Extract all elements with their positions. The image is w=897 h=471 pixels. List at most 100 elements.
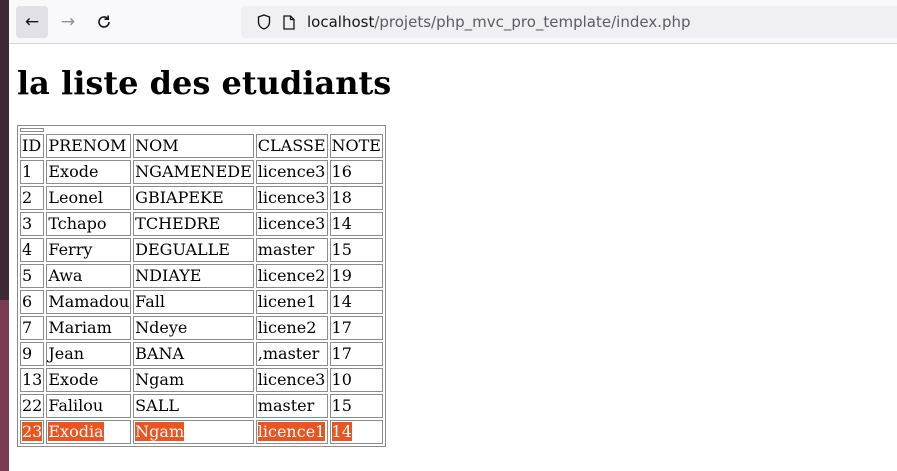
table-cell: TCHEDRE bbox=[133, 212, 254, 236]
table-cell: ,master bbox=[255, 342, 328, 366]
table-row: 9 Jean BANA ,master 17 bbox=[20, 342, 383, 366]
cell-text: licene2 bbox=[257, 318, 317, 337]
cell-text: Jean bbox=[48, 344, 85, 363]
arrow-left-icon: ← bbox=[24, 12, 40, 32]
cell-text: 2 bbox=[22, 188, 33, 207]
cell-text: 15 bbox=[331, 240, 352, 259]
cell-text: Exode bbox=[48, 370, 99, 389]
cell-text: NGAMENEDE bbox=[135, 162, 252, 181]
cell-text: NDIAYE bbox=[135, 266, 202, 285]
table-cell: Exode bbox=[46, 160, 132, 184]
cell-text: Tchapo bbox=[48, 214, 107, 233]
cell-text: master bbox=[257, 240, 315, 259]
table-row: 1 Exode NGAMENEDE licence3 16 bbox=[20, 160, 383, 184]
table-cell: 5 bbox=[20, 264, 45, 288]
table-row: 4 Ferry DEGUALLE master 15 bbox=[20, 238, 383, 262]
back-button[interactable]: ← bbox=[16, 6, 48, 38]
cell-text: Fall bbox=[135, 292, 165, 311]
cell-text: 18 bbox=[331, 188, 352, 207]
table-cell: licence3 bbox=[255, 212, 328, 236]
desktop-edge bbox=[0, 0, 9, 471]
cell-text: licence3 bbox=[257, 370, 326, 389]
cell-text: licence3 bbox=[257, 162, 326, 181]
forward-button[interactable]: → bbox=[52, 6, 84, 38]
url-text[interactable]: localhost/projets/php_mvc_pro_template/i… bbox=[307, 13, 691, 31]
table-cell: DEGUALLE bbox=[133, 238, 254, 262]
table-cell: Leonel bbox=[46, 186, 132, 210]
cell-text: licene1 bbox=[257, 292, 317, 311]
header-cell: NOM bbox=[133, 134, 254, 158]
table-cell: 22 bbox=[20, 394, 45, 418]
shield-icon[interactable] bbox=[257, 14, 271, 30]
table-cell: 17 bbox=[329, 316, 383, 340]
cell-text: 10 bbox=[331, 370, 352, 389]
table-cell: 1 bbox=[20, 160, 45, 184]
cell-text: 16 bbox=[331, 162, 352, 181]
header-cell: ID bbox=[20, 134, 45, 158]
cell-text: Mariam bbox=[48, 318, 112, 337]
table-cell: Ndeye bbox=[133, 316, 254, 340]
cell-text: Exode bbox=[48, 162, 99, 181]
reload-button[interactable] bbox=[88, 6, 120, 38]
table-cell: licence3 bbox=[255, 160, 328, 184]
table-cell: Ngam bbox=[133, 368, 254, 392]
cell-text: licence1 bbox=[257, 422, 326, 441]
table-cell: Awa bbox=[46, 264, 132, 288]
cell-text: ,master bbox=[257, 344, 320, 363]
cell-text: Falilou bbox=[48, 396, 104, 415]
students-table: ID PRENOM NOM CLASSE NOTE 1 Exode NGAMENED… bbox=[17, 125, 386, 447]
table-cell: 2 bbox=[20, 186, 45, 210]
page-content: la liste des etudiants ID PRENOM NOM CLA… bbox=[9, 44, 897, 471]
table-cell: 18 bbox=[329, 186, 383, 210]
table-cell: Mamadou bbox=[46, 290, 132, 314]
table-cell: 9 bbox=[20, 342, 45, 366]
desktop-accent bbox=[0, 300, 9, 471]
table-cell: 10 bbox=[329, 368, 383, 392]
cell-text: Ferry bbox=[48, 240, 93, 259]
cell-text: 23 bbox=[22, 422, 43, 441]
cell-text: 17 bbox=[331, 318, 352, 337]
table-row: 22 Falilou SALL master 15 bbox=[20, 394, 383, 418]
table-cell: 14 bbox=[329, 290, 383, 314]
table-cell: master bbox=[255, 238, 328, 262]
empty-cell bbox=[20, 128, 45, 132]
table-row: 13 Exode Ngam licence3 10 bbox=[20, 368, 383, 392]
cell-text: SALL bbox=[135, 396, 179, 415]
table-cell: Exodia bbox=[46, 420, 132, 444]
table-cell: Exode bbox=[46, 368, 132, 392]
table-cell: 3 bbox=[20, 212, 45, 236]
table-cell: Fall bbox=[133, 290, 254, 314]
table-cell: licence2 bbox=[255, 264, 328, 288]
table-cell: BANA bbox=[133, 342, 254, 366]
cell-text: 14 bbox=[331, 422, 352, 441]
table-cell: 19 bbox=[329, 264, 383, 288]
cell-text: 1 bbox=[22, 162, 33, 181]
table-cell: 7 bbox=[20, 316, 45, 340]
table-cell: NDIAYE bbox=[133, 264, 254, 288]
cell-text: BANA bbox=[135, 344, 185, 363]
cell-text: 3 bbox=[22, 214, 33, 233]
url-host: localhost bbox=[307, 13, 375, 31]
table-cell: Ferry bbox=[46, 238, 132, 262]
url-bar[interactable]: localhost/projets/php_mvc_pro_template/i… bbox=[241, 6, 897, 38]
table-cell: 6 bbox=[20, 290, 45, 314]
table-cell: licene2 bbox=[255, 316, 328, 340]
table-cell: licence1 bbox=[255, 420, 328, 444]
table-cell: 15 bbox=[329, 394, 383, 418]
cell-text: Mamadou bbox=[48, 292, 130, 311]
table-cell: Tchapo bbox=[46, 212, 132, 236]
header-cell: NOTE bbox=[329, 134, 383, 158]
table-cell: Jean bbox=[46, 342, 132, 366]
table-cell: 14 bbox=[329, 420, 383, 444]
table-cell: NGAMENEDE bbox=[133, 160, 254, 184]
cell-text: GBIAPEKE bbox=[135, 188, 224, 207]
cell-text: Exodia bbox=[48, 422, 104, 441]
arrow-right-icon: → bbox=[60, 12, 76, 32]
cell-text: Ngam bbox=[135, 370, 185, 389]
cell-text: 19 bbox=[331, 266, 352, 285]
table-cell: licence3 bbox=[255, 186, 328, 210]
table-cell: 23 bbox=[20, 420, 45, 444]
cell-text: 15 bbox=[331, 396, 352, 415]
cell-text: 17 bbox=[331, 344, 352, 363]
cell-text: DEGUALLE bbox=[135, 240, 230, 259]
